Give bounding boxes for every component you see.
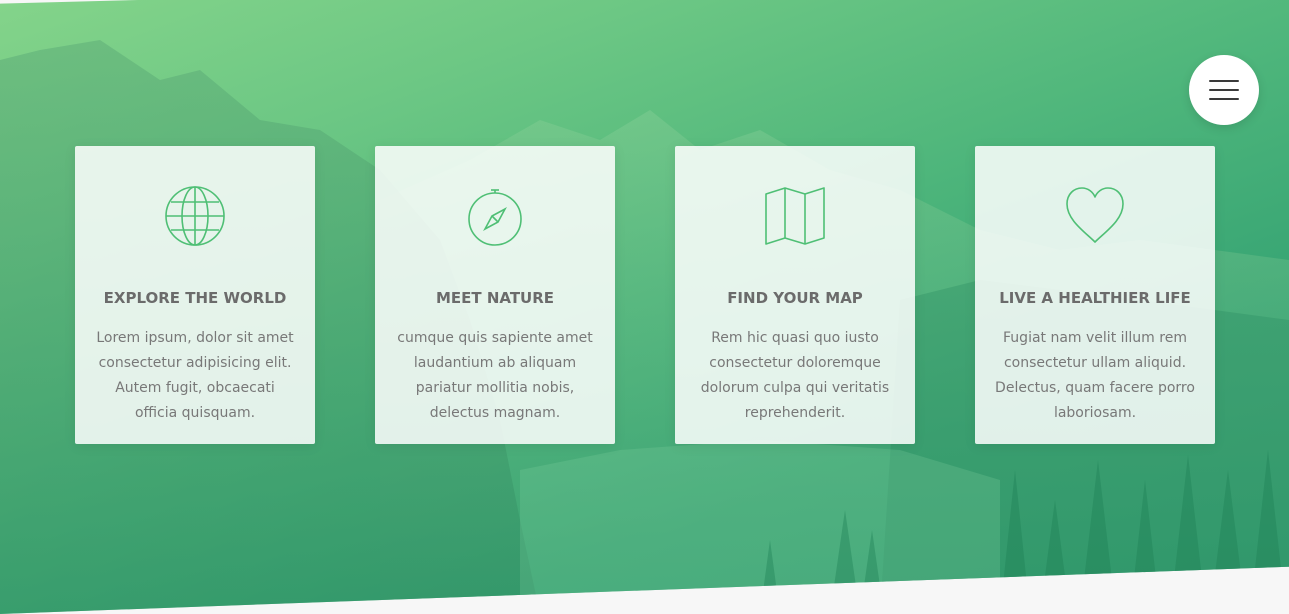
feature-card-explore: EXPLORE THE WORLD Lorem ipsum, dolor sit… bbox=[75, 146, 315, 444]
card-title: MEET NATURE bbox=[435, 289, 555, 307]
hamburger-menu-icon bbox=[1209, 80, 1239, 100]
card-title: EXPLORE THE WORLD bbox=[103, 289, 287, 307]
map-icon bbox=[765, 187, 825, 245]
hero-section: EXPLORE THE WORLD Lorem ipsum, dolor sit… bbox=[0, 0, 1289, 614]
feature-card-map: FIND YOUR MAP Rem hic quasi quo iusto co… bbox=[675, 146, 915, 444]
globe-icon bbox=[165, 186, 225, 246]
heart-icon bbox=[1066, 187, 1124, 243]
feature-card-nature: MEET NATURE cumque quis sapiente amet la… bbox=[375, 146, 615, 444]
card-description: Fugiat nam velit illum rem consectetur u… bbox=[995, 330, 1195, 421]
card-description: Rem hic quasi quo iusto consectetur dolo… bbox=[700, 330, 890, 421]
card-title: LIVE A HEALTHIER LIFE bbox=[999, 289, 1191, 307]
card-description: Lorem ipsum, dolor sit amet consectetur … bbox=[96, 330, 294, 421]
compass-icon bbox=[468, 189, 522, 246]
feature-card-health: LIVE A HEALTHIER LIFE Fugiat nam velit i… bbox=[975, 146, 1215, 444]
card-description: cumque quis sapiente amet laudantium ab … bbox=[397, 330, 593, 421]
menu-button[interactable] bbox=[1189, 55, 1259, 125]
card-title: FIND YOUR MAP bbox=[727, 289, 863, 307]
